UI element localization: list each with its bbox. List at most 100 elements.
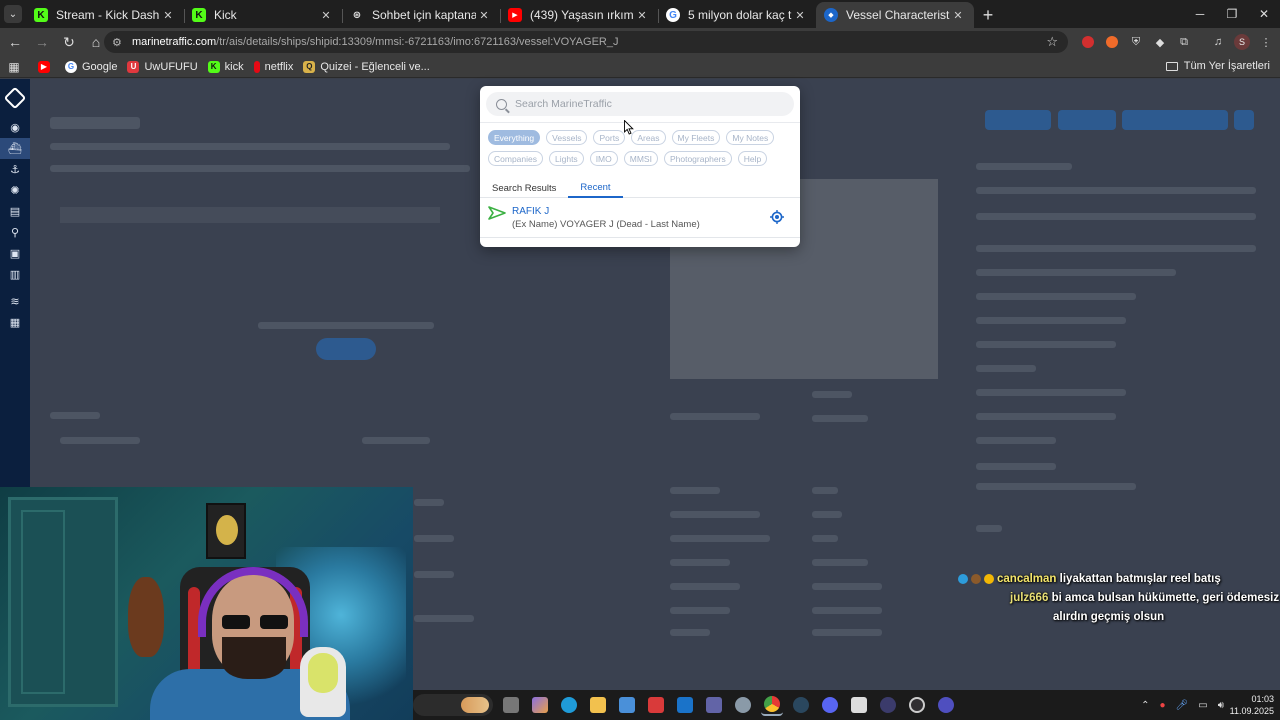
taskbar-clock[interactable]: 01:03 11.09.2025 <box>1226 693 1274 717</box>
folder-icon[interactable] <box>587 694 609 716</box>
chip-imo[interactable]: IMO <box>589 151 618 166</box>
bookmark-quizei[interactable]: Q Quizei - Eğlenceli ve... <box>303 60 430 73</box>
address-bar[interactable]: ⚙ marinetraffic.com/tr/ais/details/ships… <box>104 31 1068 53</box>
marinetraffic-icon: ◆ <box>824 8 838 22</box>
obs-icon[interactable] <box>906 694 928 716</box>
chip-lights[interactable]: Lights <box>549 151 584 166</box>
mid-detail-bg <box>670 413 760 420</box>
tab-title: Vessel Characteristics: Gemi de <box>846 8 950 22</box>
close-icon[interactable]: ✕ <box>160 9 176 22</box>
discord-icon[interactable] <box>819 694 841 716</box>
image-icon[interactable]: ▣ <box>0 243 30 264</box>
copilot-icon[interactable] <box>529 694 551 716</box>
file-explorer-icon[interactable] <box>500 694 522 716</box>
notes-icon[interactable] <box>848 694 870 716</box>
chip-photographers[interactable]: Photographers <box>663 151 732 166</box>
close-icon[interactable]: ✕ <box>476 9 492 22</box>
waves-icon[interactable]: ≋ <box>0 291 30 312</box>
app-icon[interactable] <box>877 694 899 716</box>
store-icon[interactable] <box>616 694 638 716</box>
globe-icon[interactable]: ◉ <box>0 117 30 138</box>
avatar[interactable]: S <box>1230 30 1254 54</box>
building-icon[interactable]: ▤ <box>0 201 30 222</box>
volume-icon[interactable]: 🔊︎ <box>1218 700 1224 711</box>
nitro-icon[interactable] <box>645 694 667 716</box>
chip-my-notes[interactable]: My Notes <box>726 130 775 145</box>
chip-ports[interactable]: Ports <box>593 130 626 145</box>
minimize-icon[interactable]: ─ <box>1184 0 1216 28</box>
close-icon[interactable]: ✕ <box>950 9 966 22</box>
search-input-wrap[interactable] <box>486 92 794 116</box>
tab-3[interactable]: ▶ (439) Yaşasın ırkımız (Teşkilat tü ✕ <box>500 2 658 28</box>
locate-on-map-icon[interactable] <box>770 210 784 224</box>
ship-icon[interactable]: ⛴ <box>0 138 30 159</box>
teams-icon[interactable] <box>703 694 725 716</box>
app2-icon[interactable] <box>935 694 957 716</box>
edge-icon[interactable] <box>558 694 580 716</box>
chip-mmsi[interactable]: MMSI <box>623 151 658 166</box>
news-icon[interactable]: ▥ <box>0 264 30 285</box>
new-tab-button[interactable]: + <box>974 2 1002 28</box>
tab-5[interactable]: ◆ Vessel Characteristics: Gemi de ✕ <box>816 2 974 28</box>
chip-vessels[interactable]: Vessels <box>546 130 588 145</box>
back-button[interactable]: ← <box>3 30 27 54</box>
tray-app-icon[interactable]: ● <box>1159 700 1165 711</box>
tab-search-results[interactable]: Search Results <box>480 178 568 198</box>
search-tabs: Search Results Recent <box>480 178 800 198</box>
reload-button[interactable]: ↻ <box>57 30 81 54</box>
chip-my-fleets[interactable]: My Fleets <box>671 130 721 145</box>
chip-companies[interactable]: Companies <box>488 151 543 166</box>
extensions-icon[interactable]: ⧉ <box>1172 30 1196 54</box>
bookmark-kick[interactable]: Kkick <box>207 60 244 73</box>
all-bookmarks[interactable]: Tüm Yer İşaretleri <box>1165 60 1270 72</box>
chip-everything[interactable]: Everything <box>488 130 541 145</box>
tab-4[interactable]: G 5 milyon dolar kaç tl - Google'd ✕ <box>658 2 816 28</box>
antenna-icon[interactable]: ⚲ <box>0 222 30 243</box>
search-input[interactable] <box>515 98 775 110</box>
taskbar-search[interactable] <box>413 694 493 716</box>
settings-icon[interactable] <box>732 694 754 716</box>
recent-result-item[interactable]: RAFIK J (Ex Name) VOYAGER J (Dead - Last… <box>488 204 792 234</box>
anchor-icon[interactable]: ⚓ <box>0 159 30 180</box>
close-icon[interactable]: ✕ <box>318 9 334 22</box>
lighthouse-icon[interactable]: ✺ <box>0 180 30 201</box>
extension-orange-icon[interactable] <box>1100 30 1124 54</box>
bookmark-netflix[interactable]: netflix <box>253 60 293 73</box>
steam-icon[interactable] <box>790 694 812 716</box>
close-icon[interactable]: ✕ <box>634 9 650 22</box>
cta-button-bg <box>316 338 376 360</box>
chevron-up-icon[interactable]: ⌃ <box>1141 700 1149 711</box>
marinetraffic-logo[interactable] <box>0 79 30 117</box>
tab-0[interactable]: K Stream - Kick Dashboard ✕ <box>26 2 184 28</box>
bookmark-google[interactable]: G Google <box>65 60 117 73</box>
tab-2[interactable]: ⊛ Sohbet için kaptana sorular ✕ <box>342 2 500 28</box>
outlook-icon[interactable] <box>674 694 696 716</box>
chip-areas[interactable]: Areas <box>631 130 666 145</box>
result-vessel-name[interactable]: RAFIK J <box>512 206 549 217</box>
chrome-icon[interactable] <box>761 694 783 716</box>
close-window-icon[interactable]: ✕ <box>1248 0 1280 28</box>
chip-help[interactable]: Help <box>737 151 768 166</box>
network-icon[interactable]: ▭ <box>1198 700 1207 711</box>
bookmark-youtube[interactable]: ▶ <box>38 60 55 73</box>
extension-red-icon[interactable] <box>1076 30 1100 54</box>
bookmark-uwufufu[interactable]: U UwUFUFU <box>127 60 198 73</box>
forward-button[interactable]: → <box>30 30 54 54</box>
tab-search-button[interactable]: ⌄ <box>0 0 26 28</box>
site-info-icon[interactable]: ⚙ <box>112 36 126 49</box>
grid-icon[interactable]: ▦ <box>0 312 30 333</box>
media-control-icon[interactable]: ♫ <box>1206 30 1230 54</box>
microphone-icon[interactable]: 🎤︎ <box>1176 700 1189 711</box>
extension-puzzle-icon[interactable]: ◆ <box>1148 30 1172 54</box>
menu-kebab-icon[interactable]: ⋮ <box>1254 30 1278 54</box>
close-icon[interactable]: ✕ <box>792 9 808 22</box>
tab-recent[interactable]: Recent <box>568 178 623 198</box>
mid-detail-bg <box>812 607 882 614</box>
shield-icon[interactable]: ⛨ <box>1124 30 1148 54</box>
vessel-arrow-icon <box>488 206 506 220</box>
search-icon <box>496 98 507 110</box>
tab-1[interactable]: K Kick ✕ <box>184 2 342 28</box>
apps-grid-icon[interactable]: ▦ <box>0 60 28 74</box>
bookmark-star-icon[interactable]: ☆ <box>1046 34 1058 50</box>
restore-icon[interactable]: ❐ <box>1216 0 1248 28</box>
